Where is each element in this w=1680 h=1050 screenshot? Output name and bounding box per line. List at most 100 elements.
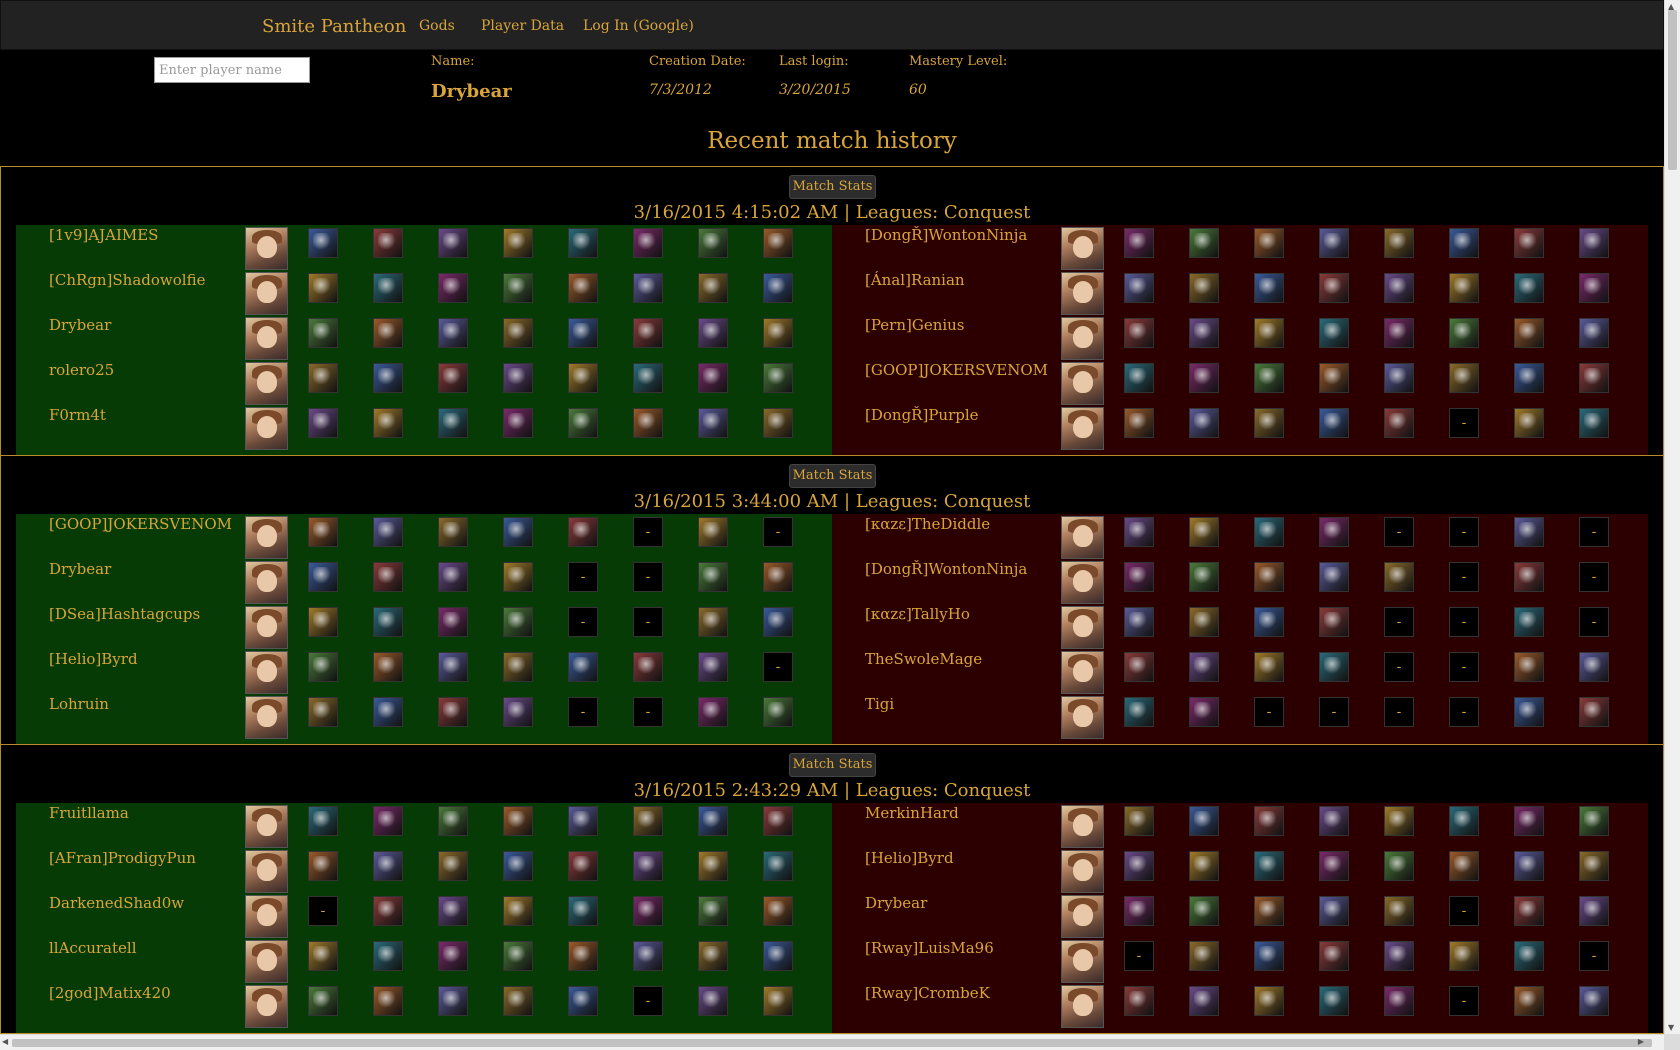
item-icon[interactable] xyxy=(438,408,468,438)
item-icon[interactable] xyxy=(1189,851,1219,881)
god-portrait-icon[interactable] xyxy=(1061,985,1104,1028)
item-icon[interactable] xyxy=(568,228,598,258)
item-icon[interactable] xyxy=(633,652,663,682)
item-icon[interactable] xyxy=(373,896,403,926)
item-icon[interactable] xyxy=(568,273,598,303)
scroll-right-arrow-icon[interactable]: ▶ xyxy=(1638,1037,1644,1046)
item-icon[interactable] xyxy=(1189,273,1219,303)
item-icon[interactable] xyxy=(1189,697,1219,727)
god-portrait-icon[interactable] xyxy=(245,651,288,694)
item-icon[interactable] xyxy=(1254,607,1284,637)
god-portrait-icon[interactable] xyxy=(1061,850,1104,893)
player-name-link[interactable]: [AFran]ProdigyPun xyxy=(49,849,196,867)
item-icon[interactable] xyxy=(503,806,533,836)
god-portrait-icon[interactable] xyxy=(245,516,288,559)
player-name-link[interactable]: [καzε]TallyHo xyxy=(865,605,970,623)
item-icon[interactable] xyxy=(1579,851,1609,881)
god-portrait-icon[interactable] xyxy=(1061,227,1104,270)
item-icon[interactable] xyxy=(1449,363,1479,393)
item-icon[interactable] xyxy=(373,363,403,393)
item-icon[interactable] xyxy=(438,697,468,727)
item-icon[interactable] xyxy=(1514,273,1544,303)
item-icon[interactable] xyxy=(1579,896,1609,926)
item-icon[interactable] xyxy=(1189,652,1219,682)
item-icon[interactable] xyxy=(1319,517,1349,547)
item-icon[interactable] xyxy=(763,562,793,592)
item-icon[interactable] xyxy=(698,408,728,438)
god-portrait-icon[interactable] xyxy=(1061,895,1104,938)
item-icon[interactable] xyxy=(1124,228,1154,258)
item-icon[interactable] xyxy=(503,941,533,971)
player-name-link[interactable]: [GOOP]JOKERSVENOM xyxy=(865,361,1048,379)
item-icon[interactable] xyxy=(308,228,338,258)
item-icon[interactable] xyxy=(1514,941,1544,971)
player-name-link[interactable]: [Rway]LuisMa96 xyxy=(865,939,994,957)
scroll-down-arrow-icon[interactable]: ▼ xyxy=(1668,1023,1674,1032)
match-stats-button[interactable]: Match Stats xyxy=(789,753,876,777)
item-icon[interactable] xyxy=(1449,941,1479,971)
god-portrait-icon[interactable] xyxy=(1061,696,1104,739)
item-icon[interactable] xyxy=(1514,896,1544,926)
item-icon[interactable] xyxy=(763,228,793,258)
player-name-link[interactable]: [1v9]AJAIMES xyxy=(49,226,158,244)
item-icon[interactable] xyxy=(1124,607,1154,637)
player-name-link[interactable]: Drybear xyxy=(865,894,927,912)
item-icon[interactable] xyxy=(1514,562,1544,592)
item-icon[interactable] xyxy=(308,986,338,1016)
item-icon[interactable] xyxy=(503,607,533,637)
god-portrait-icon[interactable] xyxy=(245,606,288,649)
player-name-link[interactable]: Lohruin xyxy=(49,695,109,713)
item-icon[interactable] xyxy=(1384,851,1414,881)
item-icon[interactable] xyxy=(438,517,468,547)
nav-login-link[interactable]: Log In (Google) xyxy=(583,18,694,34)
god-portrait-icon[interactable] xyxy=(1061,407,1104,450)
item-icon[interactable] xyxy=(438,318,468,348)
item-icon[interactable] xyxy=(633,408,663,438)
item-icon[interactable] xyxy=(438,851,468,881)
item-icon[interactable] xyxy=(503,697,533,727)
item-icon[interactable] xyxy=(438,896,468,926)
item-icon[interactable] xyxy=(1514,986,1544,1016)
item-icon[interactable] xyxy=(373,318,403,348)
item-icon[interactable] xyxy=(1254,986,1284,1016)
match-stats-button[interactable]: Match Stats xyxy=(789,464,876,488)
item-icon[interactable] xyxy=(698,228,728,258)
god-portrait-icon[interactable] xyxy=(245,407,288,450)
item-icon[interactable] xyxy=(698,318,728,348)
item-icon[interactable] xyxy=(308,408,338,438)
item-icon[interactable] xyxy=(698,986,728,1016)
item-icon[interactable] xyxy=(373,517,403,547)
item-icon[interactable] xyxy=(503,652,533,682)
item-icon[interactable] xyxy=(1254,896,1284,926)
god-portrait-icon[interactable] xyxy=(245,940,288,983)
vertical-scrollbar[interactable]: ▲ ▼ xyxy=(1664,0,1680,1034)
item-icon[interactable] xyxy=(1319,228,1349,258)
player-name-link[interactable]: rolero25 xyxy=(49,361,114,379)
item-icon[interactable] xyxy=(568,517,598,547)
item-icon[interactable] xyxy=(1124,806,1154,836)
god-portrait-icon[interactable] xyxy=(1061,317,1104,360)
item-icon[interactable] xyxy=(438,363,468,393)
player-name-link[interactable]: Drybear xyxy=(49,316,111,334)
item-icon[interactable] xyxy=(763,806,793,836)
item-icon[interactable] xyxy=(1254,652,1284,682)
item-icon[interactable] xyxy=(633,273,663,303)
item-icon[interactable] xyxy=(1254,273,1284,303)
horizontal-scroll-thumb[interactable] xyxy=(12,1039,1652,1047)
god-portrait-icon[interactable] xyxy=(245,272,288,315)
player-name-link[interactable]: [DSea]Hashtagcups xyxy=(49,605,200,623)
item-icon[interactable] xyxy=(1579,697,1609,727)
god-portrait-icon[interactable] xyxy=(1061,940,1104,983)
item-icon[interactable] xyxy=(568,318,598,348)
item-icon[interactable] xyxy=(1384,896,1414,926)
item-icon[interactable] xyxy=(1189,562,1219,592)
item-icon[interactable] xyxy=(568,408,598,438)
god-portrait-icon[interactable] xyxy=(245,850,288,893)
item-icon[interactable] xyxy=(698,273,728,303)
god-portrait-icon[interactable] xyxy=(245,561,288,604)
item-icon[interactable] xyxy=(1189,941,1219,971)
item-icon[interactable] xyxy=(1514,806,1544,836)
item-icon[interactable] xyxy=(438,941,468,971)
nav-player-data-link[interactable]: Player Data xyxy=(481,18,564,34)
brand-link[interactable]: Smite Pantheon xyxy=(262,16,406,37)
